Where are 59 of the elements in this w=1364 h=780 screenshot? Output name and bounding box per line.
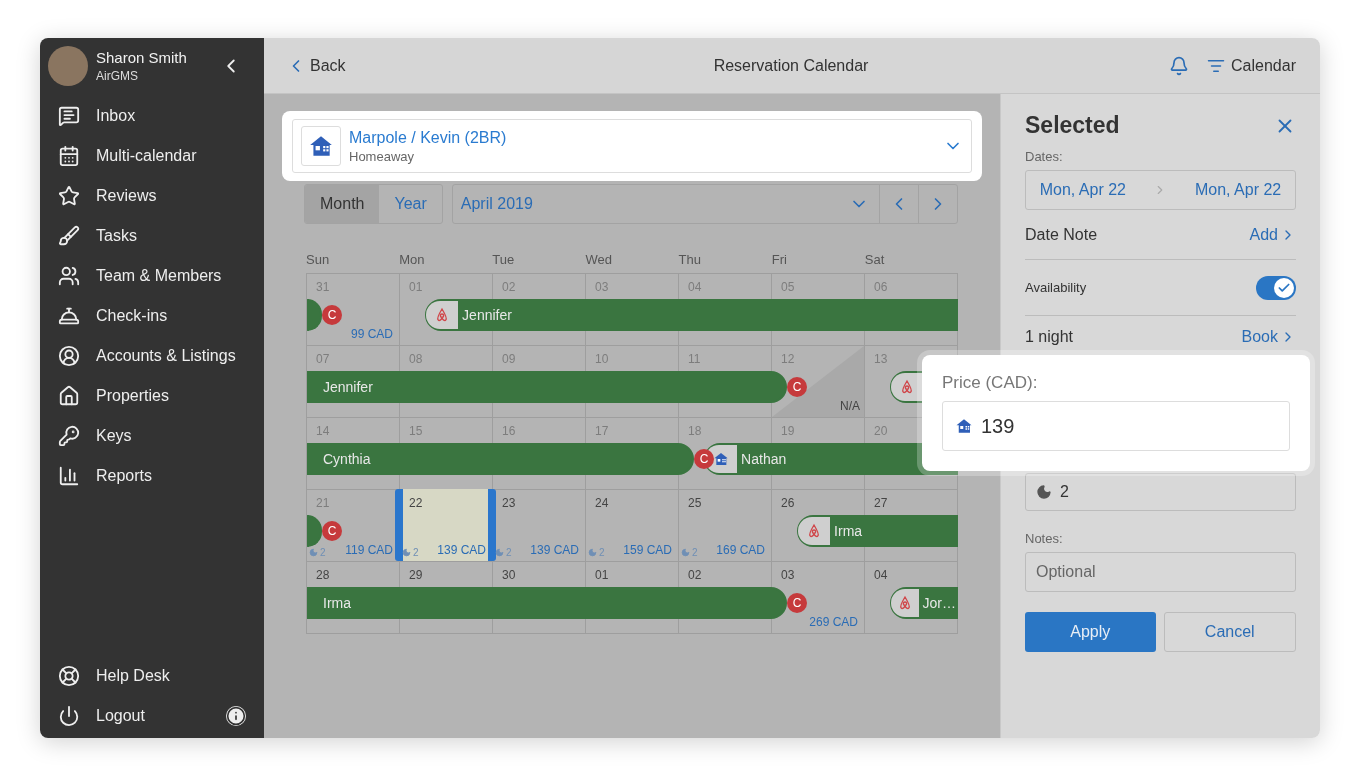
user-name: Sharon Smith — [96, 49, 187, 66]
day-price: 119 CAD — [345, 543, 393, 557]
start-date: Mon, Apr 22 — [1039, 181, 1126, 199]
day-number: 27 — [874, 496, 888, 510]
day-number: 23 — [502, 496, 516, 510]
company-name: AirGMS — [96, 69, 139, 83]
min-nights: 2 — [681, 547, 698, 558]
weekday-label: Sat — [864, 252, 886, 267]
day-number: 22 — [409, 496, 423, 510]
day-number: 01 — [595, 568, 609, 582]
weekday-label: Sun — [306, 252, 331, 267]
availability-label: Availability — [1025, 280, 1087, 295]
day-price: 269 CAD — [809, 615, 858, 629]
min-nights: 2 — [588, 547, 605, 558]
day-number: 29 — [409, 568, 423, 582]
checkout-badge: C — [694, 449, 715, 469]
min-nights: 2 — [495, 547, 512, 558]
checkout-badge: C — [787, 593, 808, 613]
page-title: Reservation Calendar — [712, 56, 870, 75]
guest-name: Nathan — [740, 451, 787, 467]
stay-length: 1 night — [1025, 328, 1074, 346]
guest-name: Irma — [322, 595, 351, 611]
day-price: 169 CAD — [716, 543, 765, 557]
checkout-badge: C — [322, 521, 343, 541]
guest-name: Jennifer — [322, 379, 373, 395]
unavailable-label: N/A — [840, 399, 860, 413]
weekday-label: Thu — [678, 252, 702, 267]
guest-name: Jor… — [921, 595, 956, 611]
day-number: 04 — [874, 568, 888, 582]
channel-name: Homeaway — [349, 148, 416, 164]
end-date: Mon, Apr 22 — [1194, 181, 1282, 199]
date-note-label: Date Note — [1025, 225, 1098, 244]
day-price: 159 CAD — [623, 543, 672, 557]
day-number: 24 — [595, 496, 609, 510]
weekday-label: Tue — [492, 252, 516, 267]
panel-title: Selected — [1025, 112, 1120, 139]
dates-label: Dates: — [1025, 149, 1064, 164]
day-price: 139 CAD — [530, 543, 579, 557]
weekday-label: Wed — [585, 252, 613, 267]
guest-name: Irma — [833, 523, 863, 539]
day-number: 02 — [688, 568, 702, 582]
weekday-label: Mon — [399, 252, 426, 267]
weekday-label: Fri — [771, 252, 788, 267]
price-label: Price (CAD): — [942, 373, 1039, 393]
checkout-badge: C — [322, 305, 343, 325]
checkout-badge: C — [787, 377, 808, 397]
day-number: 03 — [781, 568, 795, 582]
day-price: 99 CAD — [350, 327, 393, 341]
guest-name: Jennifer — [461, 307, 512, 323]
day-number: 26 — [781, 496, 795, 510]
day-number: 30 — [502, 568, 516, 582]
day-number: 28 — [316, 568, 330, 582]
property-name: Marpole / Kevin (2BR) — [349, 128, 508, 147]
min-nights: 2 — [402, 547, 419, 558]
guest-name: Cynthia — [322, 451, 371, 467]
day-price: 139 CAD — [437, 543, 486, 557]
day-number: 25 — [688, 496, 702, 510]
min-nights: 2 — [309, 547, 326, 558]
notes-label: Notes: — [1025, 531, 1064, 546]
